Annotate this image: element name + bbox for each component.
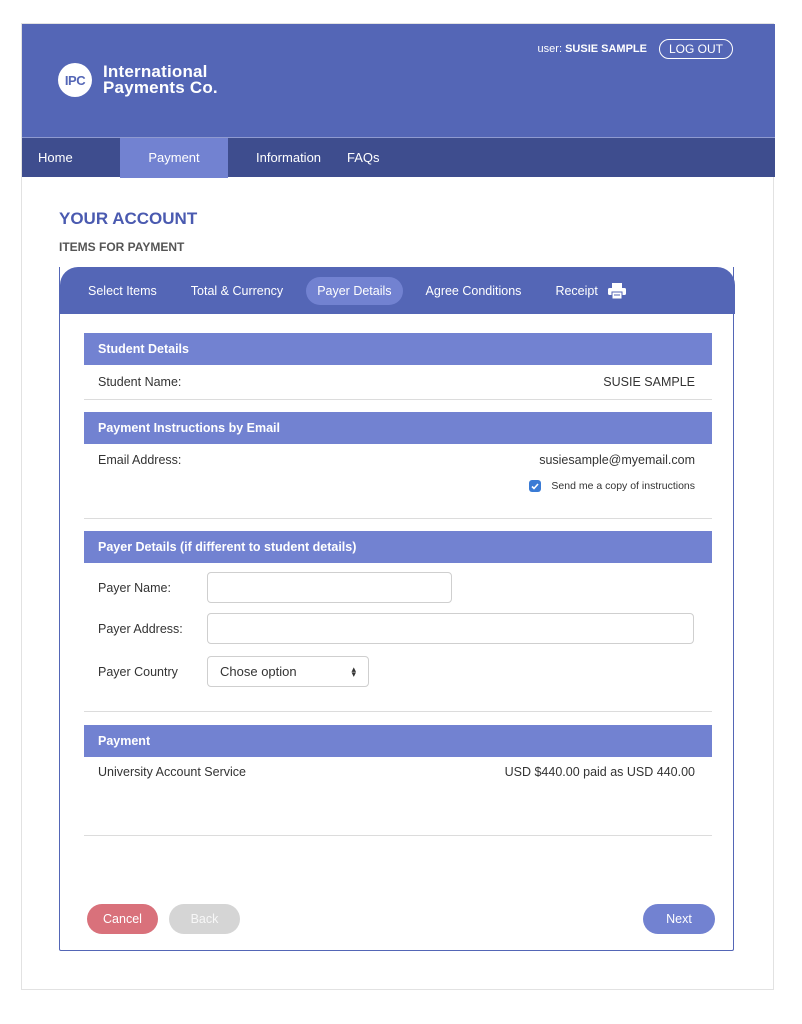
user-prefix: user: [537, 43, 563, 55]
logout-button[interactable]: LOG OUT [658, 39, 733, 59]
next-button[interactable]: Next [643, 904, 715, 934]
step-total-currency[interactable]: Total & Currency [180, 277, 294, 305]
checkmark-icon [531, 482, 540, 490]
payment-item-value: USD $440.00 paid as USD 440.00 [504, 765, 695, 779]
payer-address-row: Payer Address: [84, 613, 712, 644]
payer-country-value: Chose option [220, 664, 297, 679]
step-agree-conditions[interactable]: Agree Conditions [415, 277, 533, 305]
payer-name-label: Payer Name: [98, 580, 171, 595]
divider [84, 711, 712, 712]
payer-country-label: Payer Country [98, 664, 178, 679]
send-copy-label: Send me a copy of instructions [551, 480, 695, 492]
section-payer-details: Payer Details (if different to student d… [84, 531, 712, 563]
payer-name-input[interactable] [207, 572, 452, 603]
nav-item-faqs[interactable]: FAQs [339, 138, 380, 178]
printer-icon[interactable] [607, 282, 626, 299]
cancel-button[interactable]: Cancel [87, 904, 158, 934]
payment-item-label: University Account Service [98, 765, 246, 779]
step-receipt-label: Receipt [555, 283, 598, 298]
user-label: user: SUSIE SAMPLE [538, 43, 647, 55]
divider [84, 835, 712, 836]
nav-item-payment-items[interactable]: Payment Items [120, 138, 228, 205]
page-subtitle: ITEMS FOR PAYMENT [59, 240, 185, 254]
page-title: YOUR ACCOUNT [59, 209, 198, 228]
step-receipt[interactable]: Receipt [544, 276, 636, 306]
email-label: Email Address: [98, 453, 182, 467]
section-email-instructions: Payment Instructions by Email [84, 412, 712, 444]
send-copy-row: Send me a copy of instructions [84, 476, 712, 496]
user-name: SUSIE SAMPLE [565, 43, 647, 55]
payer-country-row: Payer Country Chose option ▴ ▾ [84, 656, 712, 687]
section-payment: Payment [84, 725, 712, 757]
step-select-items[interactable]: Select Items [77, 277, 168, 305]
divider [84, 518, 712, 519]
logo-line-2: Payments Co. [103, 78, 218, 97]
back-button[interactable]: Back [169, 904, 240, 934]
student-name-value: SUSIE SAMPLE [603, 375, 695, 389]
step-payer-details[interactable]: Payer Details [306, 276, 403, 305]
payer-address-input[interactable] [207, 613, 694, 644]
main-nav: Home Payment Items Information FAQs [22, 137, 775, 205]
nav-item-home[interactable]: Home [22, 138, 120, 178]
nav-item-information[interactable]: Information [228, 138, 339, 178]
page-frame: IPC International Payments Co. user: SUS… [21, 23, 775, 990]
email-row: Email Address: susiesample@myemail.com [84, 444, 712, 476]
email-value: susiesample@myemail.com [539, 453, 695, 467]
section-student-details: Student Details [84, 333, 712, 365]
wizard-content: Student Details Student Name: SUSIE SAMP… [84, 333, 712, 836]
payer-country-select[interactable]: Chose option ▴ ▾ [207, 656, 369, 687]
payment-wizard: Select Items Total & Currency Payer Deta… [59, 267, 735, 951]
divider [84, 399, 712, 400]
site-header: IPC International Payments Co. user: SUS… [22, 24, 775, 137]
wizard-steps: Select Items Total & Currency Payer Deta… [60, 267, 735, 314]
logo-wordmark[interactable]: International Payments Co. [103, 63, 218, 97]
logo-badge[interactable]: IPC [58, 63, 92, 97]
student-name-row: Student Name: SUSIE SAMPLE [84, 365, 712, 399]
payer-address-label: Payer Address: [98, 621, 183, 636]
payer-name-row: Payer Name: [84, 572, 712, 603]
user-box: user: SUSIE SAMPLE LOG OUT [538, 39, 733, 59]
select-arrows-icon: ▴ ▾ [351, 663, 356, 679]
student-name-label: Student Name: [98, 375, 182, 389]
payment-item-row: University Account Service USD $440.00 p… [84, 757, 712, 787]
send-copy-checkbox[interactable] [529, 480, 542, 492]
